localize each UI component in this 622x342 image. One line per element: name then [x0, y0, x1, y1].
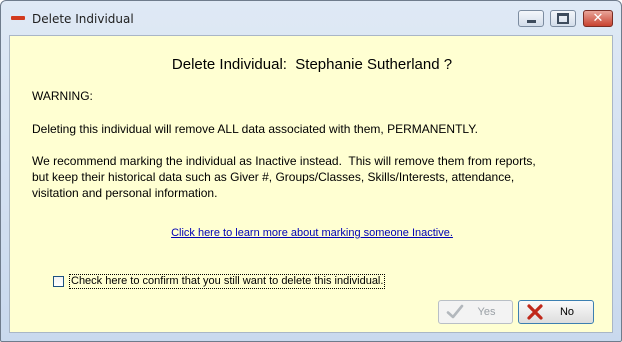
recommendation-text: We recommend marking the individual as I… — [32, 154, 536, 200]
dialog-heading: Delete Individual: Stephanie Sutherland … — [171, 56, 453, 73]
learn-more-link[interactable]: Click here to learn more about marking s… — [10, 227, 614, 239]
dialog-content: Delete Individual: Stephanie Sutherland … — [9, 35, 613, 333]
confirm-delete-control[interactable]: Check here to confirm that you still wan… — [53, 274, 386, 289]
window-title: Delete Individual — [32, 12, 134, 26]
warning-label: WARNING: — [32, 89, 93, 103]
no-button-label: No — [559, 306, 575, 318]
close-icon: ✕ — [592, 11, 604, 26]
yes-button-label: Yes — [477, 306, 496, 318]
app-icon — [11, 16, 25, 20]
minimize-button[interactable] — [518, 10, 544, 27]
maximize-icon — [557, 13, 569, 24]
close-button[interactable]: ✕ — [583, 10, 613, 27]
no-button[interactable]: No — [518, 300, 594, 324]
dialog-window: Delete Individual ✕ Delete Individual: S… — [0, 0, 622, 342]
maximize-button[interactable] — [550, 10, 576, 27]
confirm-delete-label[interactable]: Check here to confirm that you still wan… — [69, 274, 386, 289]
yes-button[interactable]: Yes — [438, 300, 513, 324]
confirm-delete-checkbox[interactable] — [53, 276, 64, 287]
delete-message: Deleting this individual will remove ALL… — [32, 122, 478, 136]
minimize-icon — [526, 20, 536, 23]
title-bar[interactable]: Delete Individual ✕ — [1, 1, 621, 35]
